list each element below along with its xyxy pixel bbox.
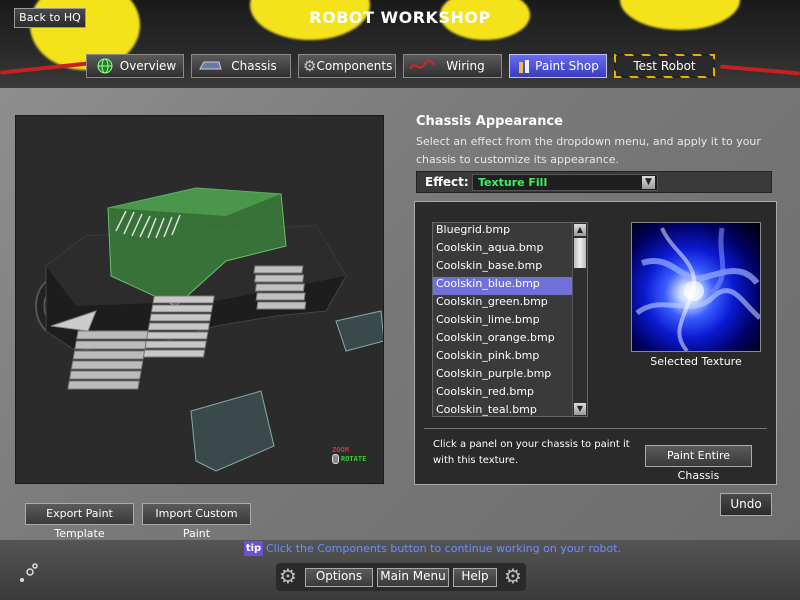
export-paint-template-button[interactable]: Export Paint Template — [25, 503, 134, 540]
list-item[interactable]: Coolskin_aqua.bmp — [433, 241, 572, 259]
chassis-icon — [196, 57, 224, 75]
gear-icon: ⚙ — [279, 564, 297, 588]
list-item[interactable]: Coolskin_teal.bmp — [433, 403, 572, 416]
list-item[interactable]: Coolskin_base.bmp — [433, 259, 572, 277]
list-item[interactable]: Coolskin_pink.bmp — [433, 349, 572, 367]
paint-icon — [514, 57, 534, 75]
scroll-up-icon[interactable]: ▲ — [574, 224, 586, 236]
effect-value: Texture Fill — [478, 176, 548, 189]
chevron-down-icon[interactable]: ▼ — [642, 176, 655, 189]
options-button[interactable]: Options — [305, 568, 373, 587]
effect-bar: Effect: Texture Fill ▼ — [416, 171, 772, 193]
tab-label: Wiring — [446, 59, 485, 73]
paint-hint-text: Click a panel on your chassis to paint i… — [433, 439, 630, 466]
tab-overview[interactable]: Overview — [86, 54, 184, 78]
tip-badge: tip — [244, 541, 263, 556]
paint-entire-chassis-button[interactable]: Paint Entire Chassis — [645, 445, 752, 482]
list-item[interactable]: Bluegrid.bmp — [433, 223, 572, 241]
scroll-down-icon[interactable]: ▼ — [574, 403, 586, 415]
texture-swirl-image — [635, 227, 760, 351]
tab-label: Test Robot — [633, 59, 696, 73]
selected-texture-preview — [631, 222, 761, 352]
tab-paint-shop[interactable]: Paint Shop — [509, 54, 607, 78]
list-item[interactable]: Coolskin_orange.bmp — [433, 331, 572, 349]
zoom-label: ZOOM — [332, 446, 349, 454]
tab-components[interactable]: ⚙ Components — [298, 54, 396, 78]
tip-text: Click the Components button to continue … — [266, 542, 622, 555]
import-custom-paint-button[interactable]: Import Custom Paint — [142, 503, 251, 540]
decor-wire — [719, 64, 800, 76]
mouse-icon — [332, 454, 339, 464]
tab-wiring[interactable]: Wiring — [403, 54, 502, 78]
tab-label: Chassis — [231, 59, 277, 73]
file-list-scrollbar[interactable]: ▲ ▼ — [572, 223, 587, 416]
list-item[interactable]: Coolskin_lime.bmp — [433, 313, 572, 331]
tab-label: Components — [316, 59, 393, 73]
effect-dropdown[interactable]: Texture Fill ▼ — [472, 174, 658, 191]
section-title: Chassis Appearance — [416, 114, 563, 129]
tab-chassis[interactable]: Chassis — [191, 54, 291, 78]
effect-label: Effect: — [425, 175, 469, 189]
page-title: ROBOT WORKSHOP — [309, 8, 491, 27]
main-menu-button[interactable]: Main Menu — [377, 568, 449, 587]
texture-file-list[interactable]: Bluegrid.bmp Coolskin_aqua.bmp Coolskin_ba… — [432, 222, 588, 417]
scrollbar-thumb[interactable] — [574, 238, 586, 268]
tab-label: Paint Shop — [535, 59, 599, 73]
list-item[interactable]: Coolskin_red.bmp — [433, 385, 572, 403]
list-item[interactable]: Coolskin_green.bmp — [433, 295, 572, 313]
help-button[interactable]: Help — [453, 568, 497, 587]
list-item[interactable]: Coolskin_purple.bmp — [433, 367, 572, 385]
gear-icon: ⚙ — [303, 57, 317, 75]
robot-3d-viewport[interactable] — [15, 115, 384, 484]
undo-button[interactable]: Undo — [720, 493, 772, 516]
wire-icon — [408, 57, 436, 75]
sound-icon[interactable] — [16, 562, 40, 586]
gear-icon: ⚙ — [504, 564, 522, 588]
tab-test-robot[interactable]: Test Robot — [614, 54, 715, 78]
selected-texture-caption: Selected Texture — [650, 355, 742, 368]
rotate-label: ROTATE — [341, 455, 367, 463]
divider — [424, 428, 767, 429]
list-item[interactable]: Coolskin_blue.bmp — [433, 277, 572, 295]
tab-label: Overview — [119, 59, 177, 73]
globe-icon — [91, 57, 119, 75]
section-description: Select an effect from the dropdown menu,… — [416, 135, 761, 166]
viewport-controls-legend: ZOOM ROTATE — [332, 446, 366, 464]
robot-model — [35, 187, 383, 472]
